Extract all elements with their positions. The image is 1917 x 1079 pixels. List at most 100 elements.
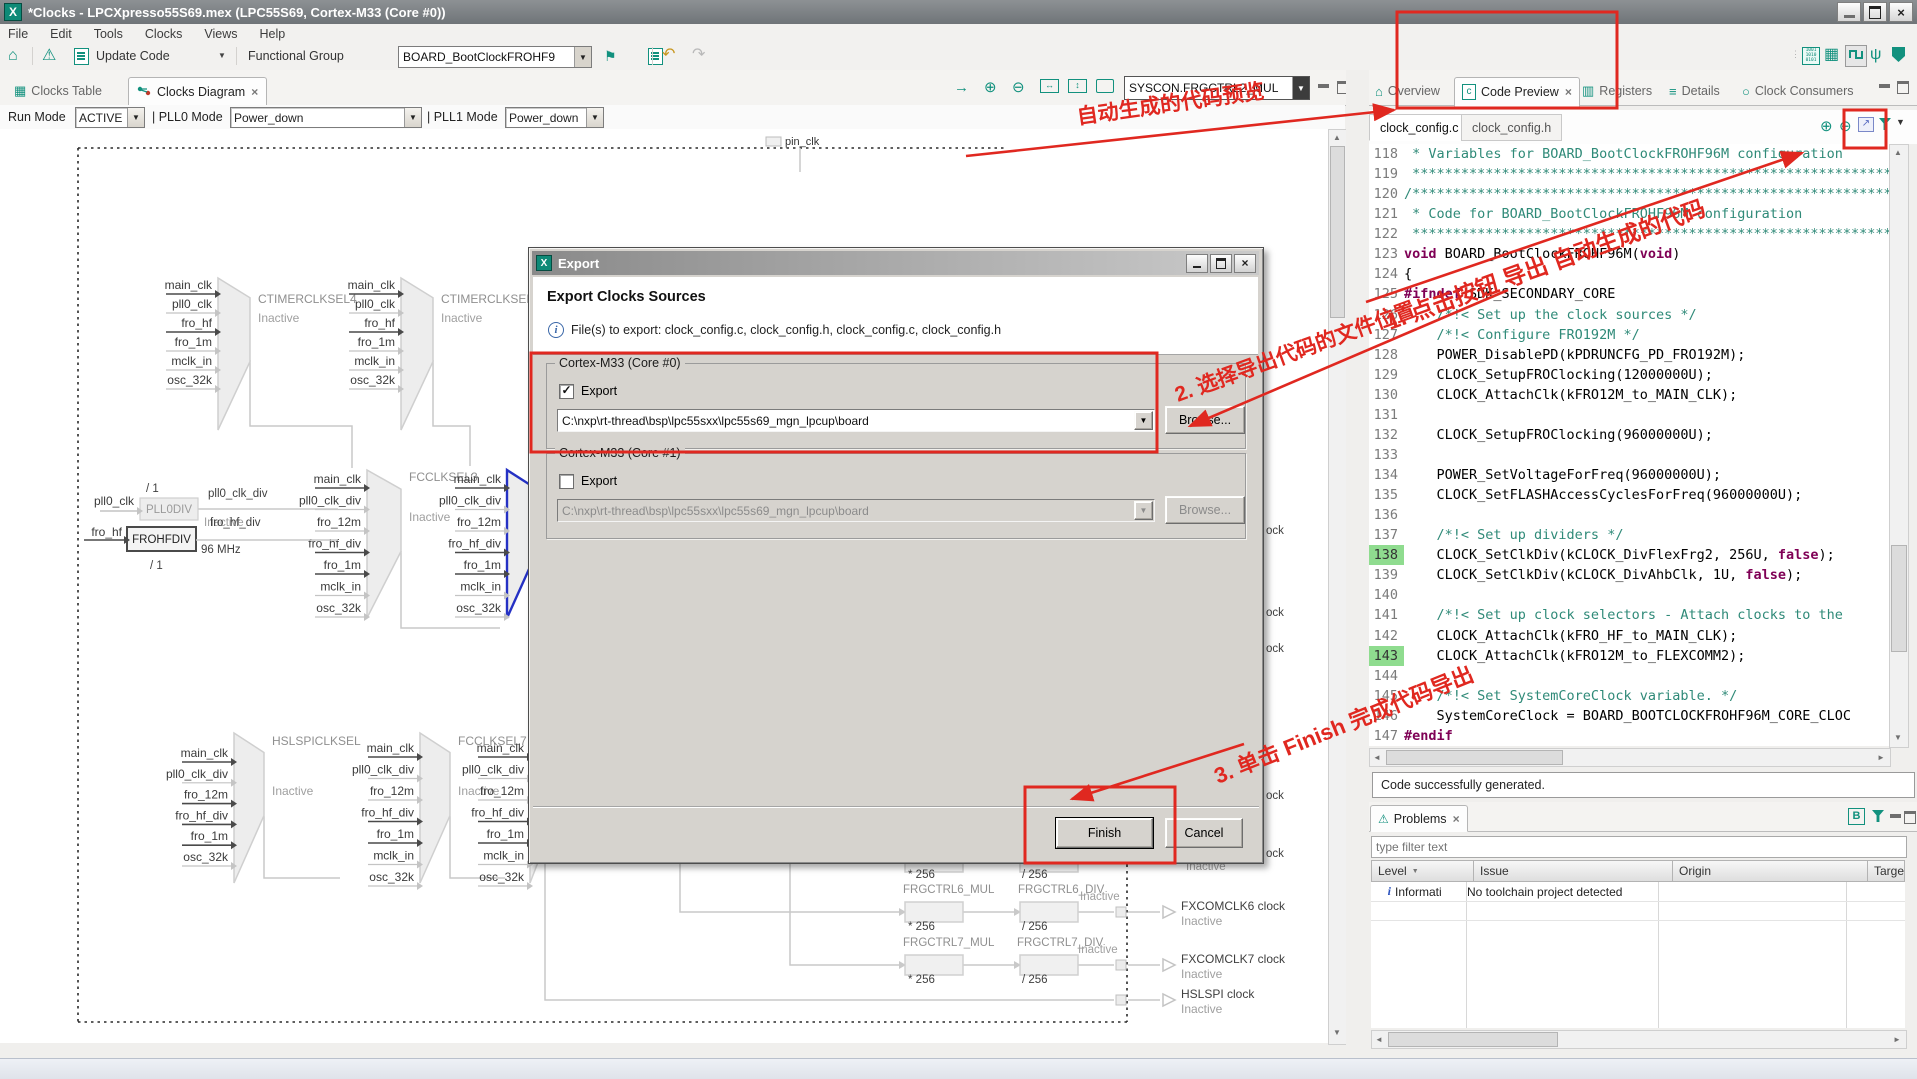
problems-horizontal-scrollbar[interactable]: ◄ ► — [1371, 1030, 1907, 1049]
scroll-left-icon[interactable]: ◄ — [1372, 1035, 1386, 1044]
filter-icon[interactable] — [1872, 810, 1884, 822]
tab-clock-config-h[interactable]: clock_config.h — [1461, 114, 1562, 141]
export-code-icon[interactable]: ↗ — [1858, 117, 1874, 132]
close-icon[interactable]: × — [1565, 85, 1572, 99]
tab-problems[interactable]: ⚠ Problems × — [1370, 805, 1468, 832]
core1-export-checkbox[interactable] — [559, 474, 574, 489]
tab-code-preview[interactable]: c Code Preview × — [1454, 77, 1580, 107]
toggle-badges-icon[interactable]: B — [1848, 808, 1865, 825]
connection-node[interactable] — [1116, 907, 1126, 917]
combo-arrow-icon[interactable]: ▼ — [1292, 77, 1309, 99]
output-arrow-icon[interactable] — [1163, 994, 1175, 1006]
menu-file[interactable]: File — [8, 27, 28, 41]
core0-path-combo[interactable]: C:\nxp\rt-thread\bsp\lpc55sxx\lpc55s69_m… — [557, 409, 1155, 432]
dialog-maximize-button[interactable] — [1210, 254, 1232, 273]
tab-details[interactable]: ≡ Details — [1664, 78, 1725, 104]
maximize-view-icon[interactable] — [1904, 811, 1916, 824]
zoom-out-icon[interactable]: ⊖ — [1839, 117, 1852, 135]
scrollbar-thumb[interactable] — [1330, 146, 1345, 318]
zoom-in-icon[interactable]: ⊕ — [984, 78, 997, 96]
column-level[interactable]: Level▼ — [1371, 860, 1474, 882]
column-origin[interactable]: Origin — [1673, 860, 1868, 882]
combo-arrow-icon[interactable]: ▼ — [574, 47, 591, 67]
home-icon[interactable]: ⌂ — [8, 48, 18, 64]
pll0-mode-combo[interactable]: Power_down ▼ — [230, 107, 422, 128]
column-issue[interactable]: Issue — [1474, 860, 1673, 882]
close-icon[interactable]: × — [251, 85, 258, 99]
frg-box[interactable] — [1020, 902, 1078, 922]
window-close-button[interactable]: × — [1889, 2, 1913, 22]
scroll-right-icon[interactable]: ► — [1890, 1035, 1904, 1044]
tab-clock-consumers[interactable]: ○ Clock Consumers — [1737, 78, 1859, 104]
minimize-view-icon[interactable] — [1879, 84, 1890, 88]
redo-icon[interactable]: ↷ — [692, 47, 705, 63]
zoom-in-icon[interactable]: ⊕ — [1820, 117, 1833, 135]
maximize-view-icon[interactable] — [1897, 81, 1909, 94]
flag-icon[interactable]: ⚑ — [604, 48, 617, 64]
frg-box[interactable] — [905, 902, 963, 922]
zoom-out-icon[interactable]: ⊖ — [1012, 78, 1025, 96]
scroll-up-icon[interactable]: ▲ — [1330, 133, 1344, 142]
combo-arrow-icon[interactable]: ▼ — [586, 108, 603, 127]
mux-FCCLKSEL7[interactable] — [420, 733, 450, 883]
connection-node[interactable] — [1116, 995, 1126, 1005]
frg-box[interactable] — [1020, 955, 1078, 975]
update-code-icon[interactable] — [74, 48, 89, 65]
scroll-right-icon[interactable]: ► — [1874, 753, 1888, 762]
output-arrow-icon[interactable] — [1163, 959, 1175, 971]
frg-box[interactable] — [905, 955, 963, 975]
code-horizontal-scrollbar[interactable]: ◄ ► — [1369, 748, 1891, 767]
tab-clocks-table[interactable]: ▦ Clocks Table — [6, 78, 110, 104]
scroll-down-icon[interactable]: ▼ — [1330, 1028, 1344, 1037]
menu-views[interactable]: Views — [204, 27, 237, 41]
scrollbar-thumb[interactable] — [1386, 750, 1563, 765]
core0-browse-button[interactable]: Browse... — [1165, 406, 1245, 434]
pins-tool-icon[interactable]: ψ — [1870, 47, 1881, 63]
problems-filter-input[interactable] — [1371, 836, 1907, 858]
code-vertical-scrollbar[interactable]: ▲ ▼ — [1889, 144, 1909, 748]
menu-clocks[interactable]: Clocks — [145, 27, 183, 41]
pll1-mode-combo[interactable]: Power_down ▼ — [505, 107, 604, 128]
tab-clock-config-c[interactable]: clock_config.c — [1369, 114, 1470, 141]
combo-arrow-icon[interactable]: ▼ — [127, 108, 144, 127]
update-code-button[interactable]: Update Code — [96, 49, 170, 63]
tab-clocks-diagram[interactable]: Clocks Diagram × — [128, 77, 267, 107]
dialog-title-bar[interactable]: X Export × — [532, 251, 1259, 275]
warning-icon[interactable]: ⚠ — [42, 48, 56, 64]
binary-view-icon[interactable]: 100110100101 — [1802, 47, 1820, 65]
peripherals-icon[interactable]: ▦ — [1824, 47, 1839, 63]
run-mode-combo[interactable]: ACTIVE ▼ — [75, 107, 145, 128]
dialog-close-button[interactable]: × — [1234, 254, 1256, 273]
mux-HSLSPICLKSEL[interactable] — [234, 733, 264, 883]
window-minimize-button[interactable] — [1837, 2, 1861, 22]
cancel-button[interactable]: Cancel — [1165, 818, 1243, 848]
tab-overview[interactable]: ⌂ Overview — [1370, 78, 1445, 104]
diagram-vertical-scrollbar[interactable]: ▲ ▼ — [1328, 129, 1347, 1045]
fit-width-icon[interactable]: ↔ — [1040, 79, 1059, 93]
output-arrow-icon[interactable] — [1163, 906, 1175, 918]
clocks-tool-icon[interactable] — [1845, 45, 1867, 67]
mux-CTIMERCLKSEL3[interactable] — [401, 278, 433, 430]
scroll-left-icon[interactable]: ◄ — [1370, 753, 1384, 762]
window-restore-button[interactable] — [1863, 2, 1887, 22]
menu-edit[interactable]: Edit — [50, 27, 72, 41]
signal-selector-combo[interactable]: SYSCON.FRGCTRL2_MUL ▼ — [1124, 76, 1310, 100]
column-target[interactable]: Targe — [1868, 860, 1905, 882]
mux-FCCLKSEL3[interactable] — [367, 470, 401, 618]
close-icon[interactable]: × — [1453, 812, 1460, 826]
pane-divider[interactable] — [1346, 70, 1369, 1058]
dialog-minimize-button[interactable] — [1186, 254, 1208, 273]
scrollbar-thumb[interactable] — [1891, 545, 1907, 652]
mux-CTIMERCLKSEL4[interactable] — [218, 278, 250, 430]
undo-icon[interactable]: ↶ — [662, 47, 675, 63]
filter-icon[interactable] — [1879, 118, 1891, 130]
scroll-up-icon[interactable]: ▲ — [1891, 148, 1905, 157]
table-row[interactable]: i Informati No toolchain project detecte… — [1371, 882, 1905, 901]
core0-export-checkbox[interactable]: ✓ — [559, 384, 574, 399]
tab-registers[interactable]: ▥ Registers — [1577, 78, 1657, 104]
update-code-dropdown-icon[interactable]: ▼ — [218, 51, 226, 60]
combo-arrow-icon[interactable]: ▼ — [404, 108, 421, 127]
fit-height-icon[interactable]: ↕ — [1068, 79, 1087, 93]
combo-arrow-icon[interactable]: ▼ — [1134, 411, 1153, 430]
scroll-down-icon[interactable]: ▼ — [1891, 733, 1905, 742]
